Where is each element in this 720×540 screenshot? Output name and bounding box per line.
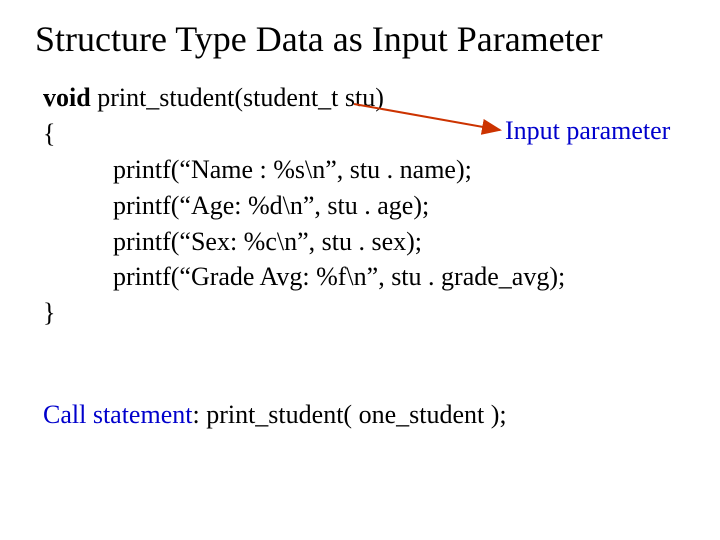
slide-title: Structure Type Data as Input Parameter xyxy=(35,18,603,60)
open-brace: { xyxy=(43,116,565,152)
signature-rest: print_student(student_t stu) xyxy=(91,83,384,112)
call-label: Call statement xyxy=(43,400,192,429)
close-brace: } xyxy=(43,295,565,331)
code-block: void print_student(student_t stu) { prin… xyxy=(43,80,565,331)
keyword-void: void xyxy=(43,83,91,112)
code-signature: void print_student(student_t stu) xyxy=(43,80,565,116)
call-code: print_student( one_student ); xyxy=(206,400,506,429)
code-line-1: printf(“Name : %s\n”, stu . name); xyxy=(113,152,565,188)
slide: Structure Type Data as Input Parameter v… xyxy=(0,0,720,540)
call-statement: Call statement: print_student( one_stude… xyxy=(43,400,507,430)
code-line-4: printf(“Grade Avg: %f\n”, stu . grade_av… xyxy=(113,259,565,295)
code-line-2: printf(“Age: %d\n”, stu . age); xyxy=(113,188,565,224)
call-sep: : xyxy=(192,400,206,429)
code-line-3: printf(“Sex: %c\n”, stu . sex); xyxy=(113,224,565,260)
annotation-label: Input parameter xyxy=(505,116,670,146)
